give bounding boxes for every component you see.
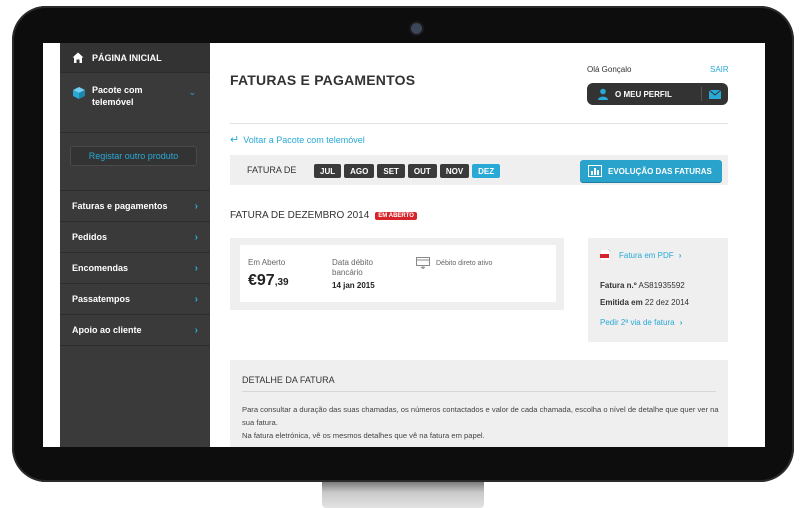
invoice-summary-card: Em Aberto €97,39 Data débito bancário 14… [240, 245, 556, 302]
debit-date: 14 jan 2015 [332, 281, 375, 290]
invoice-pdf-label: Fatura em PDF [619, 250, 674, 260]
direct-debit-status: Débito direto ativo [416, 257, 492, 269]
profile-bar: O MEU PERFIL [587, 83, 728, 105]
invoice-issued: Emitida em 22 dez 2014 [600, 298, 689, 307]
sidebar-item-encomendas[interactable]: Encomendas › [60, 253, 210, 284]
month-tab-set[interactable]: SET [377, 164, 405, 178]
register-product-button[interactable]: Registar outro produto [70, 146, 197, 166]
my-profile-button[interactable]: O MEU PERFIL [615, 90, 701, 99]
divider [242, 391, 716, 392]
invoice-evolution-button[interactable]: EVOLUÇÃO DAS FATURAS [580, 160, 722, 182]
pdf-icon [600, 249, 611, 261]
invoice-issued-value: 22 dez 2014 [644, 298, 689, 307]
home-icon [72, 52, 84, 63]
sidebar-item-pedidos[interactable]: Pedidos › [60, 222, 210, 253]
invoice-selector-label: FATURA DE [247, 165, 297, 175]
invoice-number: Fatura n.º AS81935592 [600, 281, 685, 290]
user-greeting: Olá Gonçalo [587, 65, 632, 74]
chevron-right-icon: › [678, 250, 682, 260]
invoice-pdf-link[interactable]: Fatura em PDF › [600, 249, 681, 261]
sidebar-register-section: Registar outro produto [60, 133, 210, 191]
invoice-pdf-panel: Fatura em PDF › Fatura n.º AS81935592 Em… [588, 238, 728, 342]
invoice-detail-paragraph: Para consultar a duração das suas chamad… [242, 405, 719, 427]
month-tab-dez[interactable]: DEZ [472, 164, 501, 178]
back-link[interactable]: ↵ Voltar a Pacote com telemóvel [230, 133, 365, 146]
sidebar-item-label: Pedidos [72, 232, 108, 242]
amount-cents: ,39 [274, 277, 289, 288]
month-tab-out[interactable]: OUT [407, 164, 437, 178]
stage: PÁGINA INICIAL Pacote com telemóvel ⌄ Re… [0, 0, 806, 508]
chevron-right-icon: › [194, 200, 198, 212]
main-content: FATURAS E PAGAMENTOS Olá Gonçalo SAIR O … [230, 43, 730, 447]
screen: PÁGINA INICIAL Pacote com telemóvel ⌄ Re… [43, 43, 765, 447]
open-amount-label: Em Aberto [248, 258, 286, 267]
month-tab-nov[interactable]: NOV [439, 164, 470, 178]
sidebar-product[interactable]: Pacote com telemóvel ⌄ [60, 73, 210, 133]
request-second-copy-link[interactable]: Pedir 2ª via de fatura › [600, 318, 682, 327]
monitor-stand [322, 482, 484, 508]
invoice-title-text: FATURA DE DEZEMBRO 2014 [230, 210, 370, 221]
month-tab-ago[interactable]: AGO [344, 164, 375, 178]
envelope-icon [709, 89, 721, 99]
page-title: FATURAS E PAGAMENTOS [230, 72, 416, 88]
sidebar-item-label: Encomendas [72, 263, 129, 273]
sidebar-product-label: Pacote com telemóvel [92, 85, 143, 107]
amount-main: €97 [248, 272, 275, 289]
back-arrow-icon: ↵ [230, 134, 240, 146]
invoice-number-value: AS81935592 [638, 281, 685, 290]
sidebar-item-label: Apoio ao cliente [72, 325, 142, 335]
chevron-right-icon: › [194, 324, 198, 336]
chevron-right-icon: › [194, 231, 198, 243]
logout-link[interactable]: SAIR [710, 65, 729, 74]
chevron-right-icon: › [194, 262, 198, 274]
chevron-down-icon: ⌄ [188, 87, 196, 97]
debit-date-label: Data débito bancário [332, 258, 373, 277]
month-tabs: JUL AGO SET OUT NOV DEZ [314, 164, 503, 178]
month-tab-jul[interactable]: JUL [314, 164, 342, 178]
back-link-label: Voltar a Pacote com telemóvel [243, 134, 365, 145]
sidebar-item-label: Passatempos [72, 294, 131, 304]
second-copy-label: Pedir 2ª via de fatura [600, 318, 675, 327]
invoice-number-label: Fatura n.º [600, 281, 637, 290]
invoice-detail-text: Para consultar a duração das suas chamad… [242, 403, 722, 442]
invoice-summary: Em Aberto €97,39 Data débito bancário 14… [230, 238, 564, 310]
invoice-selector: FATURA DE JUL AGO SET OUT NOV DEZ EVOLUÇ… [230, 155, 728, 185]
webcam [411, 23, 422, 34]
chevron-right-icon: › [679, 318, 683, 327]
status-badge: EM ABERTO [375, 211, 417, 220]
sidebar: PÁGINA INICIAL Pacote com telemóvel ⌄ Re… [60, 43, 210, 447]
sidebar-item-apoio[interactable]: Apoio ao cliente › [60, 315, 210, 346]
sidebar-home[interactable]: PÁGINA INICIAL [60, 43, 210, 73]
invoice-evolution-label: EVOLUÇÃO DAS FATURAS [608, 166, 712, 176]
invoice-detail-section: DETALHE DA FATURA Para consultar a duraç… [230, 360, 728, 447]
invoice-detail-title: DETALHE DA FATURA [242, 375, 335, 385]
invoice-detail-paragraph: Na fatura eletrónica, vê os mesmos detal… [242, 431, 485, 440]
package-icon [73, 87, 85, 99]
user-icon [598, 88, 608, 100]
open-amount: €97,39 [248, 272, 289, 290]
divider [230, 123, 728, 124]
sidebar-home-label: PÁGINA INICIAL [92, 52, 162, 63]
chevron-right-icon: › [194, 293, 198, 305]
invoice-title: FATURA DE DEZEMBRO 2014 EM ABERTO [230, 210, 417, 221]
messages-button[interactable] [702, 89, 728, 99]
direct-debit-label: Débito direto ativo [436, 259, 493, 267]
invoice-issued-label: Emitida em [600, 298, 643, 307]
sidebar-item-label: Faturas e pagamentos [72, 201, 168, 211]
direct-debit-icon [416, 257, 430, 269]
sidebar-item-faturas[interactable]: Faturas e pagamentos › [60, 191, 210, 222]
sidebar-item-passatempos[interactable]: Passatempos › [60, 284, 210, 315]
bar-chart-icon [588, 165, 602, 177]
